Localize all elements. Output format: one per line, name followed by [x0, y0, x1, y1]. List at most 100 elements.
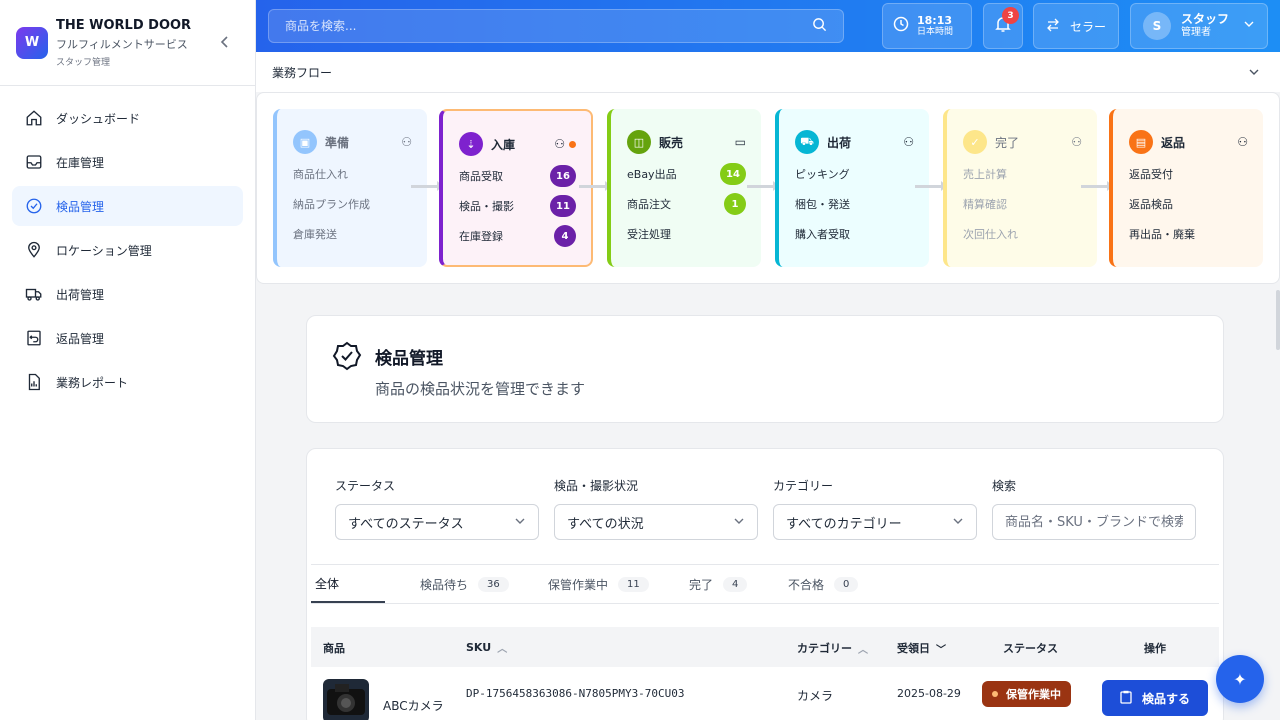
sort-desc-icon: ﹀ — [936, 644, 946, 656]
step-label: 購入者受取 — [795, 228, 850, 241]
top-header: 18:13 日本時間 3 セラー S スタッフ 管理者 — [256, 0, 1280, 52]
user-icon: ⚇ — [1071, 135, 1082, 149]
table-header: 商品 SKU ︿ カテゴリー ︿ 受領日 ﹀ ステータス 操作 — [311, 627, 1219, 667]
product-search-input[interactable] — [992, 504, 1196, 540]
step-count: 14 — [720, 163, 746, 185]
global-search — [268, 9, 844, 43]
page-header-card: 検品管理 商品の検品状況を管理できます — [306, 315, 1224, 423]
sidebar-item-label: 在庫管理 — [56, 155, 105, 170]
tab-in-progress[interactable]: 保管作業中 11 — [544, 565, 653, 603]
table-row[interactable]: ABCカメラ DP-1756458363086-N7805PMY3-70CU03… — [311, 667, 1219, 720]
workflow-card-returns[interactable]: ▤ 返品 ⚇ 返品受付 返品検品 再出品・廃棄 — [1109, 109, 1263, 267]
assistant-fab[interactable]: ✦ — [1216, 655, 1264, 703]
notification-button[interactable]: 3 — [983, 3, 1023, 49]
sidebar-item-dashboard[interactable]: ダッシュボード — [12, 98, 243, 138]
chevron-down-icon — [1248, 66, 1260, 81]
step-label: eBay出品 — [627, 168, 677, 181]
workflow-card-sales[interactable]: ◫ 販売 ▭ eBay出品 14 商品注文 1 受注処理 — [607, 109, 761, 267]
active-dot — [569, 140, 576, 148]
chevron-down-icon — [952, 515, 964, 531]
col-status: ステータス — [1003, 642, 1058, 655]
inspect-button[interactable]: 検品する — [1102, 680, 1208, 716]
sku-value: DP-1756458363086-N7805PMY3-70CU03 — [466, 687, 685, 700]
clock-time: 18:13 — [917, 14, 953, 27]
chevron-down-icon — [733, 515, 745, 531]
sidebar-item-inventory[interactable]: 在庫管理 — [12, 142, 243, 182]
status-filter: ステータス すべてのステータス — [335, 477, 539, 540]
sidebar-item-reports[interactable]: 業務レポート — [12, 362, 243, 402]
status-label: 保管作業中 — [1006, 688, 1061, 701]
col-sku[interactable]: SKU ︿ — [466, 640, 507, 655]
status-select[interactable]: すべてのステータス — [335, 504, 539, 540]
inspect-button-label: 検品する — [1141, 691, 1190, 706]
search-icon[interactable] — [812, 17, 827, 36]
user-menu[interactable]: S スタッフ 管理者 — [1130, 3, 1268, 49]
sidebar-item-shipping[interactable]: 出荷管理 — [12, 274, 243, 314]
inspection-filter: 検品・撮影状況 すべての状況 — [554, 477, 758, 540]
clipboard-icon: ▣ — [293, 130, 317, 154]
tab-label: 全体 — [315, 576, 340, 591]
card-title: 返品 — [1161, 135, 1186, 150]
clock-timezone: 日本時間 — [917, 27, 954, 38]
workflow-card-prep[interactable]: ▣ 準備 ⚇ 商品仕入れ 納品プラン作成 倉庫発送 — [273, 109, 427, 267]
tab-all[interactable]: 全体 — [311, 565, 385, 603]
card-title: 販売 — [659, 135, 684, 150]
users-icon: ⚇ — [903, 135, 914, 149]
brand-subtitle: フルフィルメントサービス — [56, 37, 188, 51]
col-date[interactable]: 受領日 ﹀ — [897, 640, 946, 656]
return-icon: ▤ — [1129, 130, 1153, 154]
avatar: S — [1143, 12, 1171, 40]
step-label: 返品受付 — [1129, 168, 1173, 181]
workflow-title: 業務フロー — [272, 65, 333, 80]
card-title: 出荷 — [827, 135, 852, 150]
global-search-input[interactable] — [285, 19, 812, 33]
tab-label: 完了 — [689, 577, 714, 592]
step-label: 精算確認 — [963, 198, 1007, 211]
tab-count: 4 — [723, 576, 748, 592]
sort-asc-icon: ︿ — [497, 644, 508, 655]
step-label: 納品プラン作成 — [293, 198, 370, 211]
sidebar: W THE WORLD DOOR フルフィルメントサービス スタッフ管理 ダッシ… — [0, 0, 256, 720]
workflow-card-complete[interactable]: ✓ 完了 ⚇ 売上計算 精算確認 次回仕入れ — [943, 109, 1097, 267]
tab-complete[interactable]: 完了 4 — [685, 565, 751, 603]
step-count: 16 — [550, 165, 576, 187]
col-product: 商品 — [323, 642, 345, 655]
card-title: 入庫 — [491, 137, 516, 152]
col-action: 操作 — [1144, 642, 1166, 655]
shopping-bag-icon: ◫ — [627, 130, 651, 154]
switch-role-button[interactable]: セラー — [1033, 3, 1119, 49]
filter-label: カテゴリー — [773, 479, 834, 493]
sidebar-item-label: ロケーション管理 — [56, 243, 152, 258]
workflow-card-receiving[interactable]: ⇣ 入庫 ⚇ 商品受取 16 検品・撮影 11 在庫登録 4 — [439, 109, 593, 267]
check-circle-icon — [24, 196, 44, 216]
category-select[interactable]: すべてのカテゴリー — [773, 504, 977, 540]
filter-label: ステータス — [335, 479, 396, 493]
step-count: 4 — [554, 225, 576, 247]
tab-rejected[interactable]: 不合格 0 — [784, 565, 862, 603]
clock-widget: 18:13 日本時間 — [882, 3, 972, 49]
sidebar-item-location[interactable]: ロケーション管理 — [12, 230, 243, 270]
sidebar-item-label: ダッシュボード — [56, 111, 141, 126]
col-category[interactable]: カテゴリー ︿ — [797, 640, 868, 656]
inspection-select[interactable]: すべての状況 — [554, 504, 758, 540]
step-label: 梱包・発送 — [795, 198, 850, 211]
sidebar-item-inspection[interactable]: 検品管理 — [12, 186, 243, 226]
workflow-toggle[interactable]: 業務フロー — [256, 52, 1280, 92]
status-dot — [992, 691, 998, 697]
collapse-sidebar-icon[interactable] — [217, 34, 233, 50]
status-tabs: 全体 検品待ち 36 保管作業中 11 完了 4 不合格 0 — [311, 564, 1219, 604]
step-label: 返品検品 — [1129, 198, 1173, 211]
tab-pending[interactable]: 検品待ち 36 — [416, 565, 513, 603]
scrollbar[interactable] — [1276, 290, 1280, 350]
step-label: 次回仕入れ — [963, 228, 1018, 241]
user-role: 管理者 — [1181, 27, 1211, 39]
brand-role: スタッフ管理 — [56, 57, 111, 68]
tab-label: 検品待ち — [420, 577, 469, 592]
sidebar-item-returns[interactable]: 返品管理 — [12, 318, 243, 358]
sort-asc-icon: ︿ — [858, 644, 868, 656]
tab-count: 36 — [478, 576, 509, 592]
brand-name: THE WORLD DOOR — [56, 17, 192, 33]
workflow-card-shipping[interactable]: ⛟ 出荷 ⚇ ピッキング 梱包・発送 購入者受取 — [775, 109, 929, 267]
step-label: 検品・撮影 — [459, 200, 514, 213]
category-value: カメラ — [797, 689, 834, 703]
